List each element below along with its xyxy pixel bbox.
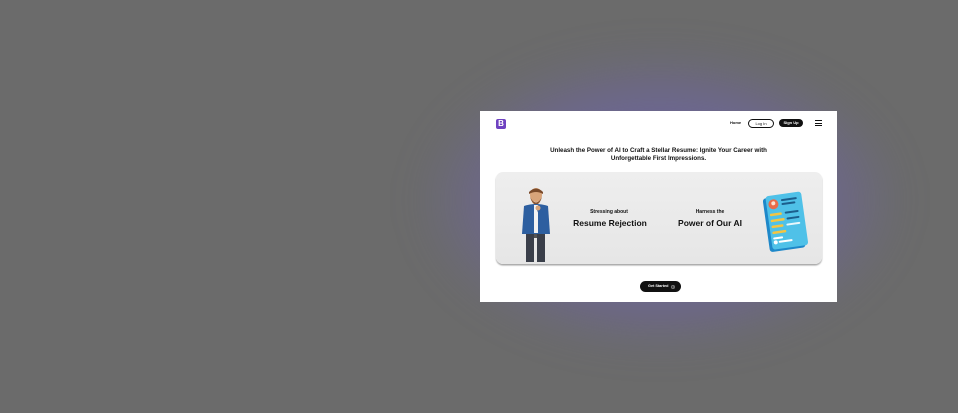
banner-right-big-text: Power of Our AI — [678, 218, 742, 228]
login-button[interactable]: Log In — [748, 119, 774, 128]
person-illustration — [522, 188, 550, 262]
hero-headline: Unleash the Power of AI to Craft a Stell… — [550, 147, 767, 162]
brand-logo[interactable]: B — [496, 119, 506, 129]
arrow-right-circle-icon — [671, 284, 675, 289]
banner-left-big-text: Resume Rejection — [573, 218, 647, 228]
navbar: B Home Log In Sign Up — [480, 111, 837, 137]
hamburger-menu-icon[interactable] — [815, 120, 822, 126]
hero-banner: Stressing about Resume Rejection Harness… — [496, 172, 822, 264]
browser-window: B Home Log In Sign Up Unleash the Power … — [480, 111, 837, 302]
resume-document-illustration — [762, 191, 809, 252]
get-started-button[interactable]: Get Started — [640, 281, 681, 292]
banner-left-small-text: Stressing about — [590, 209, 628, 215]
signup-button[interactable]: Sign Up — [779, 119, 803, 127]
banner-right-small-text: Harness the — [695, 209, 725, 215]
get-started-label: Get Started — [648, 284, 669, 288]
nav-home-link[interactable]: Home — [730, 120, 741, 125]
